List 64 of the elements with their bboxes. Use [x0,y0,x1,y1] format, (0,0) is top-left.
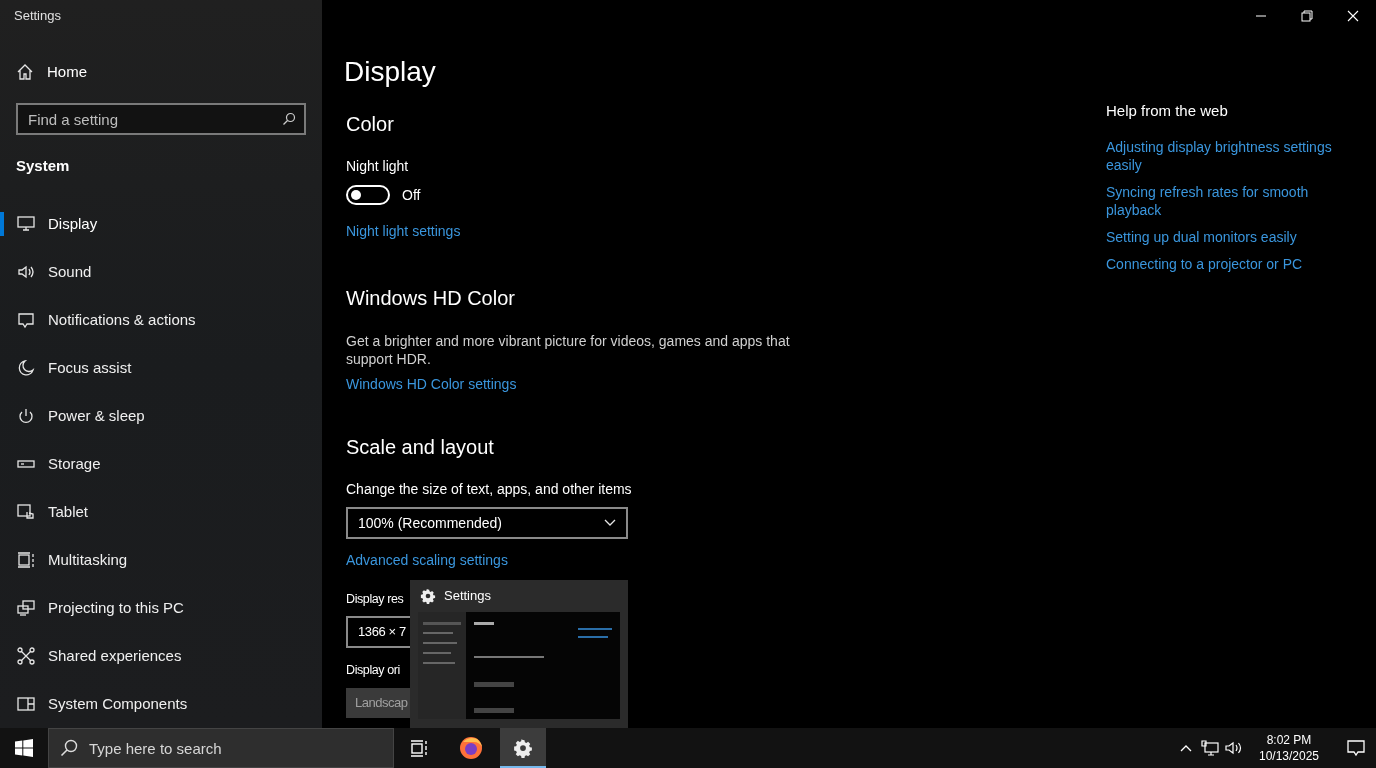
nodes-icon [16,646,36,666]
help-link[interactable]: Syncing refresh rates for smooth playback [1106,183,1346,219]
speaker-icon [1225,740,1243,756]
sidebar-item[interactable]: Focus assist [0,344,322,392]
chevron-down-icon [604,519,616,527]
search-icon [60,739,78,757]
restore-icon [1301,10,1313,22]
message-icon [1347,739,1365,757]
preview-title: Settings [444,587,491,606]
home-link[interactable]: Home [0,52,200,92]
link[interactable]: Advanced scaling settings [346,550,508,570]
gear-icon [420,588,436,604]
toggle-state-label: Off [402,185,421,205]
field-label: Change the size of text, apps, and other items [346,480,632,499]
page-title: Display [344,55,436,89]
tablet-icon [16,502,36,522]
sidebar-item[interactable]: Shared experiences [0,632,322,680]
search-icon [282,112,296,126]
browser-icon [459,736,483,760]
multitasking-icon [410,739,428,757]
home-icon [16,63,34,81]
sidebar-item[interactable]: System Components [0,680,322,728]
field-label: Display ori [346,662,400,679]
link[interactable]: Night light settings [346,221,461,241]
message-icon [16,310,36,330]
network-icon [1201,740,1219,756]
link[interactable]: Windows HD Color settings [346,374,517,394]
multitasking-icon [16,550,36,570]
sidebar-item[interactable]: Tablet [0,488,322,536]
windows-logo-icon [15,739,33,757]
power-icon [16,406,36,426]
section-heading: System [16,156,71,176]
sidebar-item[interactable]: Notifications & actions [0,296,322,344]
section-heading: Help from the web [1106,101,1228,121]
project-icon [16,598,36,618]
gear-icon [513,738,533,758]
taskbar-search-field[interactable]: Type here to search [48,728,394,768]
toggle-switch[interactable] [346,185,390,205]
monitor-icon [16,214,36,234]
field-label: Night light [346,157,409,176]
search-field[interactable]: Find a setting [16,103,306,135]
sidebar-item[interactable]: Sound [0,248,322,296]
dropdown[interactable]: 100% (Recommended) [346,507,628,539]
panel-icon [16,694,36,714]
section-heading: Color [346,112,394,137]
section-heading: Scale and layout [346,435,494,460]
help-link[interactable]: Setting up dual monitors easily [1106,228,1346,246]
help-link[interactable]: Connecting to a projector or PC [1106,255,1346,273]
sidebar-item[interactable]: Projecting to this PC [0,584,322,632]
window-preview-tooltip[interactable]: Settings [410,580,628,728]
moon-icon [16,358,36,378]
description-text: Get a brighter and more vibrant picture for videos, games and apps that support HDR. [346,332,791,368]
clock-button[interactable]: 8:02 PM 10/13/2025 [1250,728,1328,768]
sidebar-item[interactable]: Storage [0,440,322,488]
sidebar-item[interactable]: Multitasking [0,536,322,584]
close-icon [1347,10,1359,22]
chevron-up-icon [1180,744,1192,752]
sidebar-item[interactable]: Display [0,200,322,248]
sidebar-item[interactable]: Power & sleep [0,392,322,440]
taskbar-app[interactable] [500,728,546,768]
help-link[interactable]: Adjusting display brightness settings easily [1106,138,1346,174]
section-heading: Windows HD Color [346,286,515,311]
window-title: Settings [14,7,61,26]
field-label: Display res [346,591,404,608]
